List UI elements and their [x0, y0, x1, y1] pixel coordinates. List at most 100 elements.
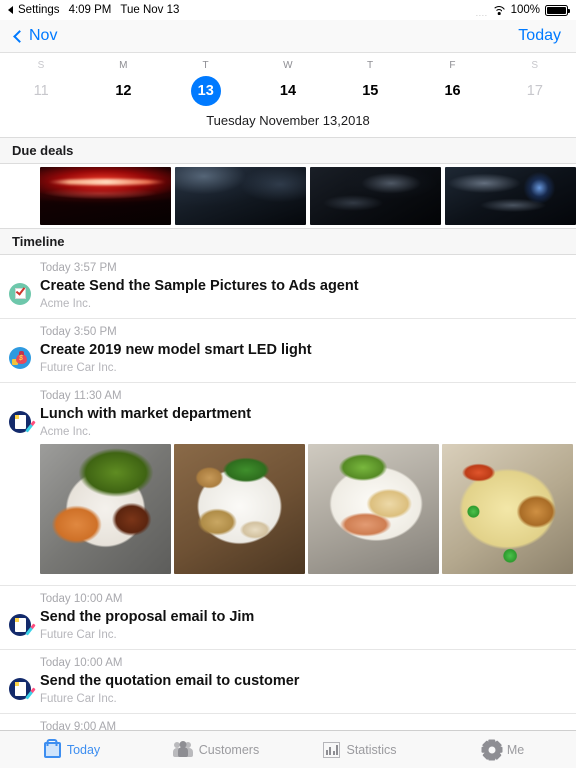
status-bar: Settings 4:09 PM Tue Nov 13 .... 100% — [0, 0, 576, 20]
back-button-label: Nov — [29, 27, 58, 44]
timeline-item-body: Today 11:30 AM Lunch with market departm… — [40, 389, 576, 440]
timeline-item-company: Future Car Inc. — [40, 362, 117, 374]
timeline-item-time: Today 10:00 AM — [40, 593, 123, 605]
task-checkbox-icon — [9, 282, 31, 305]
timeline-item-icon-slot — [0, 389, 40, 440]
calendar-day-cell[interactable]: 11 — [0, 76, 82, 106]
timeline-item-title: Send the quotation email to customer — [40, 673, 300, 689]
tab-customers[interactable]: Customers — [144, 742, 288, 757]
calendar-day-number: 16 — [444, 83, 461, 99]
weekday-initial: S — [37, 60, 45, 71]
timeline-item-title: Create 2019 new model smart LED light — [40, 342, 312, 358]
battery-percent-label: 100% — [510, 4, 540, 16]
due-deals-strip[interactable] — [0, 164, 576, 228]
navigation-bar: Nov Today — [0, 20, 576, 53]
calendar-day-number: 17 — [526, 83, 543, 99]
timeline-item-body: Today 3:57 PM Create Send the Sample Pic… — [40, 261, 576, 312]
today-button[interactable]: Today — [518, 27, 561, 45]
timeline-photo[interactable] — [40, 444, 171, 574]
weekday-initial: W — [283, 60, 293, 71]
timeline-item-icon-slot — [0, 592, 40, 643]
status-back-to-settings[interactable]: Settings — [8, 4, 60, 16]
calendar-day-cell[interactable]: 14 — [247, 76, 329, 106]
wifi-icon — [492, 5, 506, 15]
status-date: Tue Nov 13 — [120, 4, 180, 16]
weekday-initial: T — [367, 60, 374, 71]
status-bar-left: Settings 4:09 PM Tue Nov 13 — [8, 4, 179, 16]
calendar-day-number: 14 — [279, 83, 297, 99]
timeline-item-icon-slot: $ — [0, 325, 40, 376]
tab-label: Customers — [198, 742, 260, 757]
timeline-item-time: Today 3:50 PM — [40, 326, 117, 338]
today-calendar-icon — [43, 741, 61, 758]
back-triangle-icon — [8, 6, 13, 14]
timeline-photo[interactable] — [174, 444, 305, 574]
timeline-item-company: Acme Inc. — [40, 426, 92, 438]
weekday-initial: T — [202, 60, 209, 71]
calendar-day-cell-selected[interactable]: 13 — [165, 76, 247, 106]
bar-chart-icon — [323, 741, 341, 758]
timeline-item-title: Create Send the Sample Pictures to Ads a… — [40, 278, 359, 294]
back-button[interactable]: Nov — [13, 27, 58, 45]
chevron-left-icon — [13, 29, 26, 43]
weekday-numbers-row: 11 12 13 14 15 16 17 — [0, 71, 576, 109]
tab-today[interactable]: Today — [0, 741, 144, 758]
signal-dots-icon: .... — [475, 8, 488, 18]
timeline-item-time: Today 11:30 AM — [40, 390, 122, 402]
timeline-photo[interactable] — [308, 444, 439, 574]
due-deal-card[interactable] — [175, 167, 306, 225]
timeline-photo[interactable] — [442, 444, 573, 574]
calendar-day-cell[interactable]: 16 — [411, 76, 493, 106]
weekday-initial: S — [531, 60, 539, 71]
timeline-item-icon-slot — [0, 656, 40, 707]
timeline-item[interactable]: Today 11:30 AM Lunch with market departm… — [0, 382, 576, 585]
timeline-item-icon-slot — [0, 261, 40, 312]
calendar-day-cell[interactable]: 17 — [494, 76, 576, 106]
calendar-day-cell[interactable]: 12 — [82, 76, 164, 106]
timeline-item[interactable]: $ Today 3:50 PM Create 2019 new model sm… — [0, 318, 576, 382]
timeline-item-body: Today 3:50 PM Create 2019 new model smar… — [40, 325, 576, 376]
timeline-item-company: Acme Inc. — [40, 298, 92, 310]
timeline-item-time: Today 9:00 AM — [40, 721, 117, 730]
timeline-item[interactable]: Today 3:57 PM Create Send the Sample Pic… — [0, 255, 576, 318]
calendar-day-cell[interactable]: 15 — [329, 76, 411, 106]
weekday-initial: M — [119, 60, 128, 71]
due-deal-card[interactable] — [310, 167, 441, 225]
due-deal-card[interactable] — [445, 167, 576, 225]
selected-full-date: Tuesday November 13,2018 — [206, 113, 370, 128]
timeline-item-body: Today 9:00 AM Discuss the technical spec… — [40, 720, 576, 730]
money-bag-icon: $ — [9, 346, 31, 369]
weekday-initials-row: S M T W T F S — [0, 53, 576, 71]
timeline-item-photo-strip[interactable] — [0, 440, 576, 579]
status-bar-right: .... 100% — [475, 4, 570, 18]
tab-me[interactable]: Me — [432, 739, 576, 760]
timeline-item-company: Future Car Inc. — [40, 693, 117, 705]
timeline-item-body: Today 10:00 AM Send the quotation email … — [40, 656, 576, 707]
battery-icon — [545, 4, 570, 16]
timeline-item-time: Today 10:00 AM — [40, 657, 123, 669]
calendar-week-strip: S M T W T F S 11 12 13 14 15 16 17 Tuesd… — [0, 53, 576, 137]
due-deals-header: Due deals — [0, 137, 576, 164]
people-group-icon — [172, 742, 193, 757]
note-pen-icon — [9, 410, 36, 433]
timeline-item-title: Lunch with market department — [40, 406, 252, 422]
weekday-initial: F — [449, 60, 456, 71]
tab-label: Today — [66, 742, 101, 757]
calendar-day-number: 11 — [33, 83, 49, 99]
note-pen-icon — [9, 677, 36, 700]
tab-bar: Today Customers Statistics Me — [0, 730, 576, 768]
timeline-item-body: Today 10:00 AM Send the proposal email t… — [40, 592, 576, 643]
gear-icon — [482, 739, 503, 760]
timeline-item-company: Future Car Inc. — [40, 629, 117, 641]
tab-statistics[interactable]: Statistics — [288, 741, 432, 758]
tab-label: Statistics — [346, 742, 397, 757]
timeline-item-time: Today 3:57 PM — [40, 262, 117, 274]
due-deal-card[interactable] — [40, 167, 171, 225]
timeline-item[interactable]: Today 10:00 AM Send the quotation email … — [0, 649, 576, 713]
timeline-item-icon-slot: ☎ — [0, 720, 40, 730]
timeline-list: Today 3:57 PM Create Send the Sample Pic… — [0, 255, 576, 730]
timeline-item[interactable]: Today 10:00 AM Send the proposal email t… — [0, 585, 576, 649]
calendar-day-number: 15 — [362, 83, 379, 99]
timeline-item[interactable]: ☎ Today 9:00 AM Discuss the technical sp… — [0, 713, 576, 730]
calendar-day-number: 13 — [190, 76, 221, 106]
